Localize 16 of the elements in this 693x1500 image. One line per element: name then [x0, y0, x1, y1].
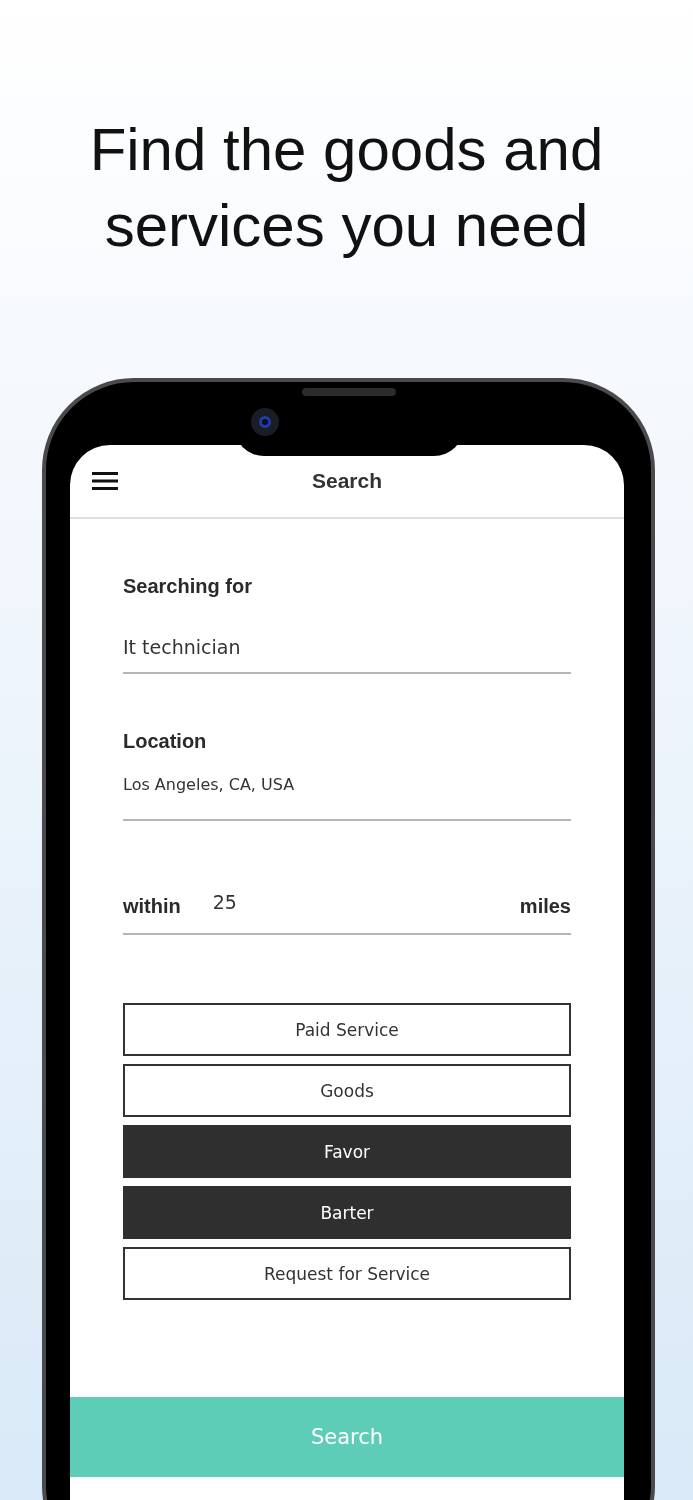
- filter-toggle[interactable]: Request for Service: [123, 1247, 571, 1300]
- distance-field[interactable]: 25: [180, 891, 520, 913]
- within-label: within: [123, 894, 181, 918]
- field-label: Location: [123, 730, 208, 753]
- menu-icon[interactable]: [92, 472, 118, 490]
- screen-title: Search: [311, 469, 382, 493]
- headline: Find the goods and services you need: [88, 115, 605, 261]
- camera-icon: [251, 408, 279, 436]
- filter-toggle[interactable]: Barter: [123, 1186, 571, 1239]
- input-field[interactable]: Los Angeles, CA, USA: [123, 773, 571, 821]
- input-field[interactable]: It technician: [123, 622, 571, 674]
- miles-label: miles: [519, 894, 571, 918]
- filter-toggle[interactable]: Paid Service: [123, 1003, 571, 1056]
- field-label: Searching for: [123, 575, 253, 598]
- filter-toggle[interactable]: Favor: [123, 1125, 571, 1178]
- filter-toggle[interactable]: Goods: [123, 1064, 571, 1117]
